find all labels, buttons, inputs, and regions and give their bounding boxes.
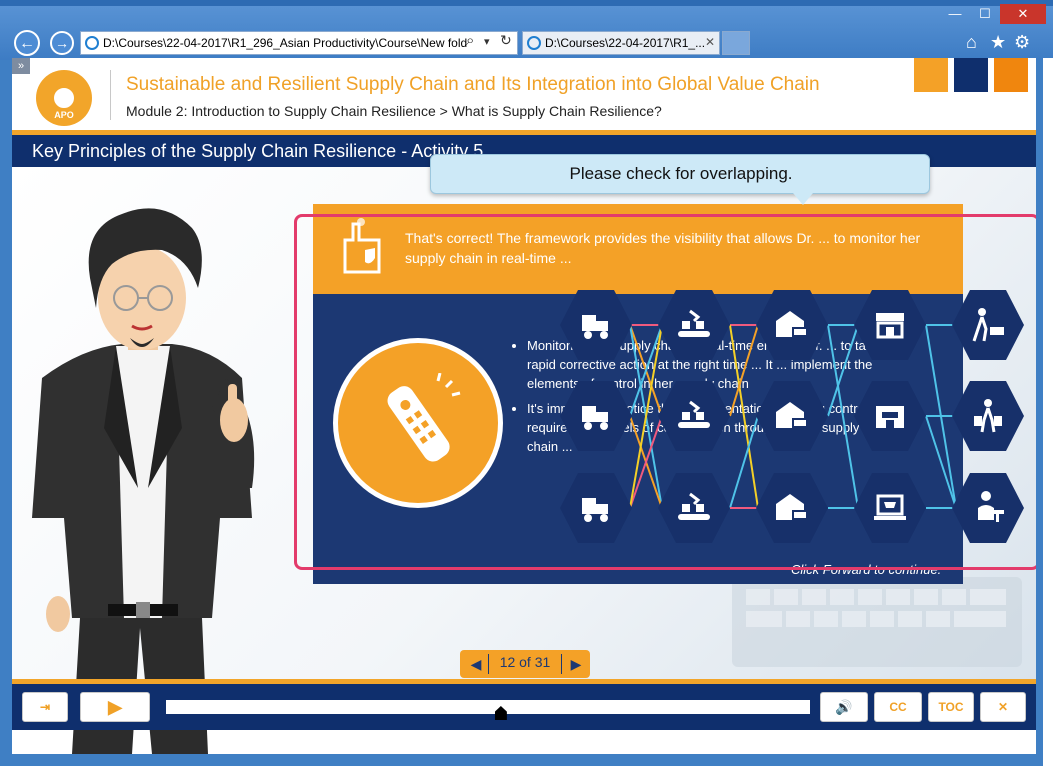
page-icon: [85, 36, 99, 50]
nav-divider: [561, 654, 562, 674]
tab-ie-icon: [527, 36, 541, 50]
collapse-sidebar-button[interactable]: »: [12, 58, 30, 74]
review-callout: Please check for overlapping.: [430, 154, 930, 205]
minimize-button[interactable]: —: [940, 4, 970, 24]
window-close-button[interactable]: ✕: [1000, 4, 1046, 24]
address-bar[interactable]: D:\Courses\22-04-2017\R1_296_Asian Produ…: [80, 31, 518, 55]
back-button[interactable]: ←: [14, 30, 40, 56]
logo-gear-icon: [50, 84, 78, 112]
previous-page-button[interactable]: ◀: [466, 654, 486, 674]
address-dropdown-icon[interactable]: ▾: [484, 35, 490, 48]
closed-captions-button[interactable]: CC: [874, 692, 922, 722]
brand-square-navy: [954, 58, 988, 92]
next-page-button[interactable]: ▶: [566, 654, 586, 674]
overlap-highlight-box: [294, 214, 1036, 570]
forward-button[interactable]: →: [50, 31, 74, 55]
tab-title: D:\Courses\22-04-2017\R1_...: [545, 36, 706, 50]
maximize-button[interactable]: ☐: [970, 4, 1000, 24]
brand-square-orange: [914, 58, 948, 92]
header-divider: [110, 70, 111, 120]
background-window-edge: [1043, 58, 1053, 766]
play-button[interactable]: ▶: [80, 692, 150, 722]
page-counter: 12 of 31: [499, 654, 551, 670]
search-icon[interactable]: ⌕: [466, 32, 474, 49]
section-title: Key Principles of the Supply Chain Resil…: [32, 141, 484, 161]
browser-tab[interactable]: D:\Courses\22-04-2017\R1_...: [522, 31, 720, 55]
nav-divider: [488, 654, 489, 674]
course-player: » APO Sustainable and Resilient Supply C…: [12, 58, 1036, 754]
player-controls-bar: ⇥ ▶ 🔊 CC TOC ✕: [12, 684, 1036, 730]
volume-button[interactable]: 🔊: [820, 692, 868, 722]
favorites-icon[interactable]: ★: [990, 32, 1006, 53]
exit-button[interactable]: ⇥: [22, 692, 68, 722]
page-navigator: ◀ 12 of 31 ▶: [460, 650, 590, 678]
tab-close-icon[interactable]: ✕: [705, 35, 715, 49]
address-text: D:\Courses\22-04-2017\R1_296_Asian Produ…: [103, 36, 468, 50]
course-header: » APO Sustainable and Resilient Supply C…: [12, 58, 1036, 130]
breadcrumb: Module 2: Introduction to Supply Chain R…: [126, 103, 662, 119]
progress-bar[interactable]: [166, 700, 810, 714]
refresh-icon[interactable]: ↻: [500, 32, 512, 49]
close-player-button[interactable]: ✕: [980, 692, 1026, 722]
home-icon[interactable]: ⌂: [966, 32, 977, 53]
apo-logo: APO: [36, 70, 92, 126]
callout-tail: [793, 193, 813, 205]
callout-text: Please check for overlapping.: [569, 164, 793, 183]
brand-square-deep-orange: [994, 58, 1028, 92]
course-title: Sustainable and Resilient Supply Chain a…: [126, 74, 820, 95]
new-tab-button[interactable]: [722, 31, 750, 55]
presenter-character-image: [32, 208, 255, 754]
browser-chrome: — ☐ ✕ ← → D:\Courses\22-04-2017\R1_296_A…: [0, 0, 1053, 60]
settings-icon[interactable]: ⚙: [1014, 32, 1030, 53]
window-top-strip: [0, 0, 1053, 6]
toc-button[interactable]: TOC: [928, 692, 974, 722]
